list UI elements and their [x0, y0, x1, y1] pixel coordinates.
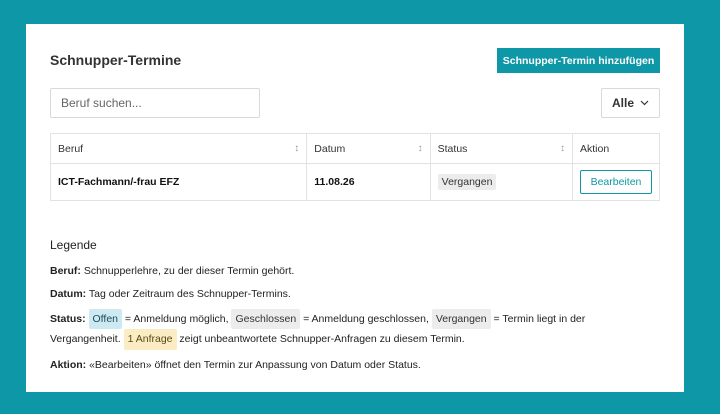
table-row: ICT-Fachmann/-frau EFZ 11.08.26 Vergange…: [49, 163, 660, 201]
cell-status: Vergangen: [429, 163, 574, 201]
filter-selected-value: Alle: [611, 96, 634, 110]
legend-datum: Datum: Tag oder Zeitraum des Schnupper-T…: [50, 287, 291, 300]
cell-aktion: Bearbeiten: [572, 163, 660, 201]
page-title: Schnupper-Termine: [50, 52, 182, 68]
legend-beruf: Beruf: Schnupperlehre, zu der dieser Ter…: [50, 264, 295, 277]
status-badge: Vergangen: [437, 174, 497, 190]
column-header-beruf[interactable]: Beruf ↕: [49, 133, 308, 164]
chevron-down-icon: [640, 100, 649, 106]
legend-badge-vergangen: Vergangen: [431, 309, 491, 330]
main-card: Schnupper-Termine Schnupper-Termin hinzu…: [26, 24, 684, 392]
column-header-aktion: Aktion: [572, 133, 660, 164]
appointments-table: Beruf ↕ Datum ↕ Status ↕ Aktion ICT-Fach…: [49, 133, 660, 201]
sort-icon[interactable]: ↕: [560, 143, 565, 154]
status-filter-dropdown[interactable]: Alle: [601, 88, 660, 118]
sort-icon[interactable]: ↕: [418, 143, 423, 154]
edit-button[interactable]: Bearbeiten: [580, 170, 652, 194]
search-input[interactable]: [50, 88, 260, 118]
legend-badge-geschlossen: Geschlossen: [231, 309, 301, 330]
legend-badge-offen: Offen: [88, 309, 123, 330]
column-header-status[interactable]: Status ↕: [429, 133, 574, 164]
legend-aktion: Aktion: «Bearbeiten» öffnet den Termin z…: [50, 358, 421, 371]
legend: Legende Beruf: Schnupperlehre, zu der di…: [50, 236, 650, 380]
table-header-row: Beruf ↕ Datum ↕ Status ↕ Aktion: [49, 133, 660, 164]
column-header-datum[interactable]: Datum ↕: [306, 133, 431, 164]
legend-title: Legende: [50, 238, 97, 252]
cell-datum: 11.08.26: [306, 163, 431, 201]
legend-badge-anfrage: 1 Anfrage: [123, 329, 177, 350]
cell-beruf: ICT-Fachmann/-frau EFZ: [49, 163, 308, 201]
legend-status: Status: Offen = Anmeldung möglich, Gesch…: [50, 309, 650, 350]
sort-icon[interactable]: ↕: [294, 143, 299, 154]
add-appointment-button[interactable]: Schnupper-Termin hinzufügen: [497, 48, 660, 73]
